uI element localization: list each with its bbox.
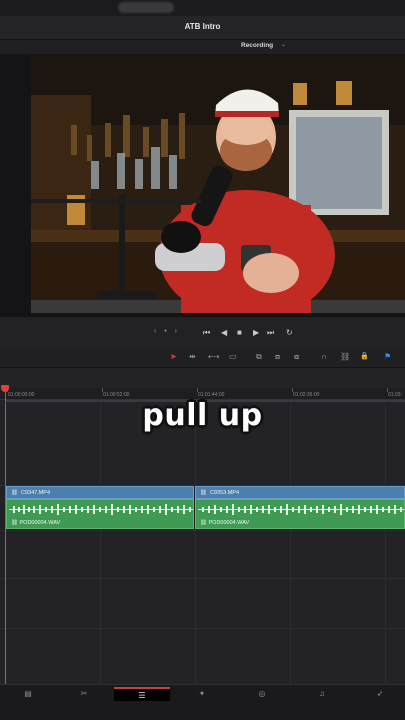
viewer-mode-label[interactable]: Recording	[241, 42, 273, 49]
clip-label: POD00004.WAV	[208, 520, 250, 526]
clip-label: C9347.MP4	[20, 490, 51, 496]
video-image	[31, 55, 405, 313]
audio-waveform	[9, 504, 193, 515]
video-frame[interactable]	[31, 55, 405, 313]
status-strip	[0, 0, 405, 16]
page-fusion-icon[interactable]: ✦	[174, 687, 230, 701]
trim-tool-icon[interactable]: ⇹	[189, 352, 196, 362]
page-navigation: ▤ ✂ ☰ ✦ ◎ ♫ ➶	[0, 684, 405, 720]
snapping-icon[interactable]: ∩	[321, 352, 327, 362]
timeline-panel[interactable]: 01:00:00:00 01:00:52:00 01:01:44:00 01:0…	[0, 368, 405, 684]
flag-icon[interactable]: ⚑	[384, 352, 391, 362]
playhead[interactable]	[5, 386, 6, 684]
stop-button[interactable]: ■	[237, 328, 242, 338]
dynamic-trim-icon[interactable]: ⟷	[208, 352, 219, 362]
page-media-icon[interactable]: ▤	[0, 687, 56, 701]
page-color-icon[interactable]: ◎	[234, 687, 290, 701]
link-icon: ⛓	[200, 490, 207, 496]
clip-label: C9353.MP4	[209, 490, 240, 496]
last-frame-button[interactable]: ⏭	[267, 328, 274, 338]
overwrite-clip-icon[interactable]: ⧈	[275, 352, 280, 362]
replace-clip-icon[interactable]: ⧇	[294, 352, 299, 362]
video-clip[interactable]: ⛓ C9347.MP4	[6, 486, 194, 499]
first-frame-button[interactable]: ⏮	[203, 328, 210, 338]
jog-control[interactable]: ‹ • ›	[154, 328, 180, 335]
audio-waveform	[198, 504, 404, 515]
insert-clip-icon[interactable]: ⧉	[256, 352, 262, 362]
project-title: ATB Intro	[184, 22, 221, 31]
audio-clip[interactable]: ⛓ POD00004.WAV	[195, 499, 405, 529]
video-clip[interactable]: ⛓ C9353.MP4	[195, 486, 405, 499]
audio-clip[interactable]: ⛓ POD00004.WAV	[6, 499, 194, 529]
play-reverse-button[interactable]: ◀	[221, 328, 227, 338]
selection-tool-icon[interactable]: ➤	[170, 352, 177, 362]
title-bar: ATB Intro	[0, 16, 405, 40]
caption-overlay: pull up	[142, 398, 263, 433]
link-icon: ⛓	[11, 490, 18, 496]
dynamic-island	[118, 2, 174, 13]
linked-selection-icon[interactable]: ⛓	[340, 352, 350, 362]
link-icon: ⛓	[11, 520, 20, 526]
clip-label: POD00004.WAV	[19, 520, 61, 526]
play-button[interactable]: ▶	[253, 328, 259, 338]
page-edit-icon[interactable]: ☰	[114, 687, 170, 701]
viewer-panel	[0, 54, 405, 316]
blade-tool-icon[interactable]: ▭	[229, 352, 237, 362]
viewer-header: Recording ⌄	[0, 40, 405, 54]
edit-toolbar: ➤ ⇹ ⟷ ▭ ⧉ ⧈ ⧇ ∩ ⛓ 🔒 ⚑	[0, 348, 405, 368]
page-cut-icon[interactable]: ✂	[56, 687, 112, 701]
loop-button[interactable]: ↻	[286, 328, 293, 338]
position-lock-icon[interactable]: 🔒	[360, 352, 369, 362]
page-fairlight-icon[interactable]: ♫	[294, 687, 350, 701]
page-deliver-icon[interactable]: ➶	[352, 687, 405, 701]
link-icon: ⛓	[200, 520, 209, 526]
transport-controls: ‹ • › ⏮ ◀ ■ ▶ ⏭ ↻	[0, 316, 405, 348]
chevron-down-icon[interactable]: ⌄	[281, 41, 286, 48]
